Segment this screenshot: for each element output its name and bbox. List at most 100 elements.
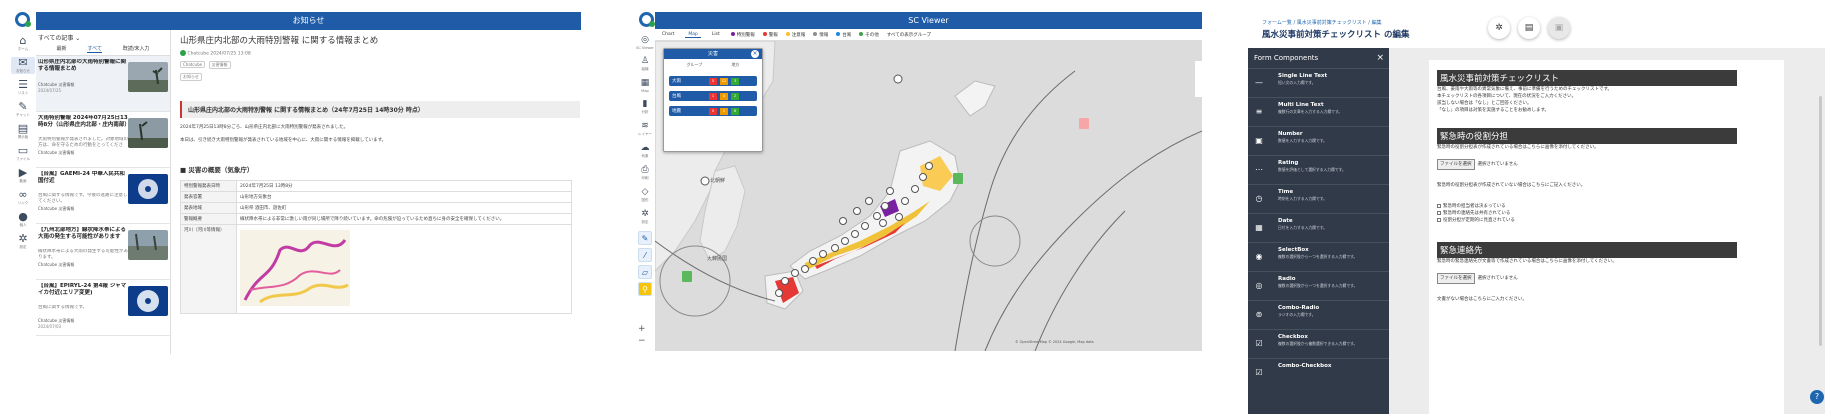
- list-item[interactable]: 大雨特別警報 2024年07月25日13時8分（山形県庄内北部・庄内南部） 大雨…: [36, 112, 170, 168]
- rail-item-board[interactable]: ▤ 掲示板: [11, 123, 35, 140]
- component-selectbox[interactable]: ◉ SelectBox 複数の選択肢から一つを選択する入力欄です。: [1248, 242, 1389, 271]
- count-badge: 5: [709, 77, 717, 85]
- section-heading[interactable]: 風水災事前対策チェックリスト: [1437, 70, 1737, 86]
- legend-item[interactable]: その他: [859, 32, 879, 38]
- popup-title: 災害: [707, 51, 718, 57]
- checkbox-option[interactable]: 役割分担が定期的に見直されている: [1437, 217, 1776, 224]
- rail-item-print[interactable]: ⎙ 印刷: [635, 165, 655, 181]
- preview-button[interactable]: ▤: [1518, 17, 1540, 39]
- rail-item-layers[interactable]: ≋ レイヤー: [635, 121, 655, 137]
- rail-item-viewer[interactable]: ◎ SC Viewer: [635, 35, 655, 50]
- component-time[interactable]: ◷ Time 時刻を入力する入力欄です。: [1248, 184, 1389, 213]
- tag-chip[interactable]: 災害情報: [208, 60, 231, 69]
- component-date[interactable]: ▦ Date 日付を入力する入力欄です。: [1248, 213, 1389, 242]
- popup-tabs: グループ 地方: [664, 59, 762, 71]
- checkbox-option[interactable]: 緊急時の連絡先は共有されている: [1437, 210, 1776, 217]
- popup-tab-group[interactable]: グループ: [687, 62, 703, 68]
- legend-item[interactable]: 注意報: [785, 32, 805, 38]
- app-logo[interactable]: [639, 12, 655, 27]
- row-value: 山形地方気象台: [236, 190, 572, 203]
- category-chip[interactable]: お知らせ: [180, 72, 202, 81]
- breadcrumb[interactable]: フォーム一覧 / 風水災事前対策チェックリスト / 編集: [1262, 19, 1382, 26]
- close-icon[interactable]: ×: [1376, 48, 1384, 68]
- tab-list[interactable]: List: [709, 32, 723, 37]
- rail-item-video[interactable]: ▶ 動画: [11, 167, 35, 184]
- list-filter[interactable]: すべての記事 ⌄: [36, 30, 170, 43]
- choose-file-button[interactable]: ファイルを選択: [1437, 159, 1475, 170]
- list-item[interactable]: 山形県庄内北部の大雨特別警報に関する情報まとめ Chatcube 災害情報 20…: [36, 56, 170, 112]
- tab-all[interactable]: すべて: [87, 45, 102, 53]
- tag-chip[interactable]: Chatcube: [180, 60, 206, 68]
- table-row: 河川（河川等情報）: [180, 223, 572, 314]
- count-badge: 6: [731, 107, 739, 115]
- number-icon: ▣: [1255, 136, 1263, 145]
- zoom-out-icon[interactable]: −: [638, 335, 646, 347]
- rail-item-folder[interactable]: ▭ ファイル: [11, 145, 35, 162]
- component-desc: 数値を入力する入力欄です。: [1278, 138, 1327, 143]
- component-name: SelectBox: [1278, 247, 1309, 253]
- layers-icon: ≋: [641, 121, 649, 131]
- popup-tab-region[interactable]: 地方: [731, 62, 739, 68]
- legend-item[interactable]: 情報: [813, 32, 828, 38]
- list-item[interactable]: 【九州北部地方】線状降水帯による大雨の発生する可能性があります 線状降水帯による…: [36, 224, 170, 280]
- rail-item-shape[interactable]: ◇ 図形: [635, 187, 655, 203]
- tab-map[interactable]: Map: [685, 32, 701, 38]
- group-filter[interactable]: すべての表示グループ: [887, 32, 931, 38]
- save-button[interactable]: ▣: [1548, 17, 1570, 39]
- component-combo-checkbox[interactable]: ☑ Combo-Checkbox: [1248, 358, 1389, 387]
- rail-item-list[interactable]: ☰ リスト: [11, 79, 35, 96]
- component-multi-line[interactable]: ≡ Multi Line Text 複数行の文章を入力する入力欄です。: [1248, 97, 1389, 126]
- tab-chart[interactable]: Chart: [659, 32, 677, 37]
- rail-item-map[interactable]: ▦ Map: [635, 78, 655, 93]
- component-combo-radio[interactable]: ⊚ Combo-Radio ラジオの入力欄です。: [1248, 300, 1389, 329]
- component-checkbox[interactable]: ☑ Checkbox 複数の選択肢から複数選択できる入力欄です。: [1248, 329, 1389, 358]
- rail-label: リンク: [17, 201, 29, 205]
- polygon-tool-icon[interactable]: ▱: [638, 265, 652, 279]
- combo-checkbox-icon: ☑: [1255, 368, 1263, 377]
- save-icon: ▣: [1554, 23, 1564, 33]
- tab-latest[interactable]: 最新: [56, 45, 66, 53]
- rail-item-settings[interactable]: ✲ 設定: [11, 233, 35, 250]
- component-rating[interactable]: ⋯ Rating 数値を評価として選択する入力欄です。: [1248, 155, 1389, 184]
- pin-tool-icon[interactable]: ⚲: [638, 282, 652, 296]
- shape-icon: ◇: [641, 187, 649, 197]
- component-single-line[interactable]: — Single Line Text 短い文の入力欄です。: [1248, 68, 1389, 97]
- rail-item-chart[interactable]: ▮ 分析: [635, 99, 655, 115]
- list-item[interactable]: 【台風】EPIRYL-24 第4報 ジャマイカ付近(エリア変更) 台風に関する情…: [36, 280, 170, 336]
- legend-item[interactable]: 警報: [762, 32, 778, 38]
- pencil-tool-icon[interactable]: ✎: [638, 231, 652, 245]
- rail-item-link[interactable]: ∞ リンク: [11, 189, 35, 206]
- rail-item-weather[interactable]: ☁ 気象: [635, 143, 655, 159]
- component-radio[interactable]: ◎ Radio 複数の選択肢から一つを選択する入力欄です。: [1248, 271, 1389, 300]
- rail-item-person[interactable]: ● 個人: [11, 211, 35, 228]
- rail-item-home[interactable]: ⌂ ホーム: [11, 35, 35, 52]
- checkbox-option[interactable]: 緊急時の担当者は決まっている: [1437, 203, 1776, 210]
- section-heading[interactable]: 緊急時の役割分担: [1437, 128, 1737, 144]
- line-tool-icon[interactable]: ⁄: [638, 248, 652, 262]
- rail-label: リスト: [17, 91, 29, 95]
- app-logo[interactable]: [15, 12, 31, 27]
- zoom-in-icon[interactable]: +: [638, 323, 646, 335]
- section-heading[interactable]: 緊急連絡先: [1437, 242, 1737, 258]
- list-item[interactable]: 【台風】GAEMI-24 中華人民共和国付近 台風に関する情報です。今後の進路に…: [36, 168, 170, 224]
- rail-item-hierarchy[interactable]: ♙ 組織: [635, 56, 655, 72]
- popup-row[interactable]: 大雨 5 12 3: [669, 76, 757, 86]
- section-text: 「なし」の項目は対策を実施することをお勧めします。: [1437, 108, 1550, 113]
- scrollbar[interactable]: [1819, 96, 1822, 346]
- rail-item-chat[interactable]: ✎ チャット: [11, 101, 35, 118]
- popup-row[interactable]: 地震 0 2 6: [669, 106, 757, 116]
- component-number[interactable]: ▣ Number 数値を入力する入力欄です。: [1248, 126, 1389, 155]
- settings-button[interactable]: ✲: [1488, 17, 1510, 39]
- choose-file-button[interactable]: ファイルを選択: [1437, 273, 1475, 284]
- tab-read[interactable]: 既読/未入力: [123, 45, 150, 53]
- popup-row[interactable]: 台風 1 4 2: [669, 91, 757, 101]
- rail-item-setting[interactable]: ✲ 設定: [635, 209, 655, 225]
- rail-item-news[interactable]: ✉ お知らせ: [11, 57, 35, 74]
- long-text-icon: ≡: [1255, 107, 1263, 116]
- legend-item[interactable]: 台風: [836, 32, 851, 38]
- legend-item[interactable]: 特別警報: [730, 32, 755, 38]
- help-button[interactable]: ?: [1810, 390, 1824, 404]
- rail-label: 組織: [641, 67, 649, 71]
- close-icon[interactable]: ×: [751, 50, 759, 58]
- row-name: 大雨: [672, 79, 681, 84]
